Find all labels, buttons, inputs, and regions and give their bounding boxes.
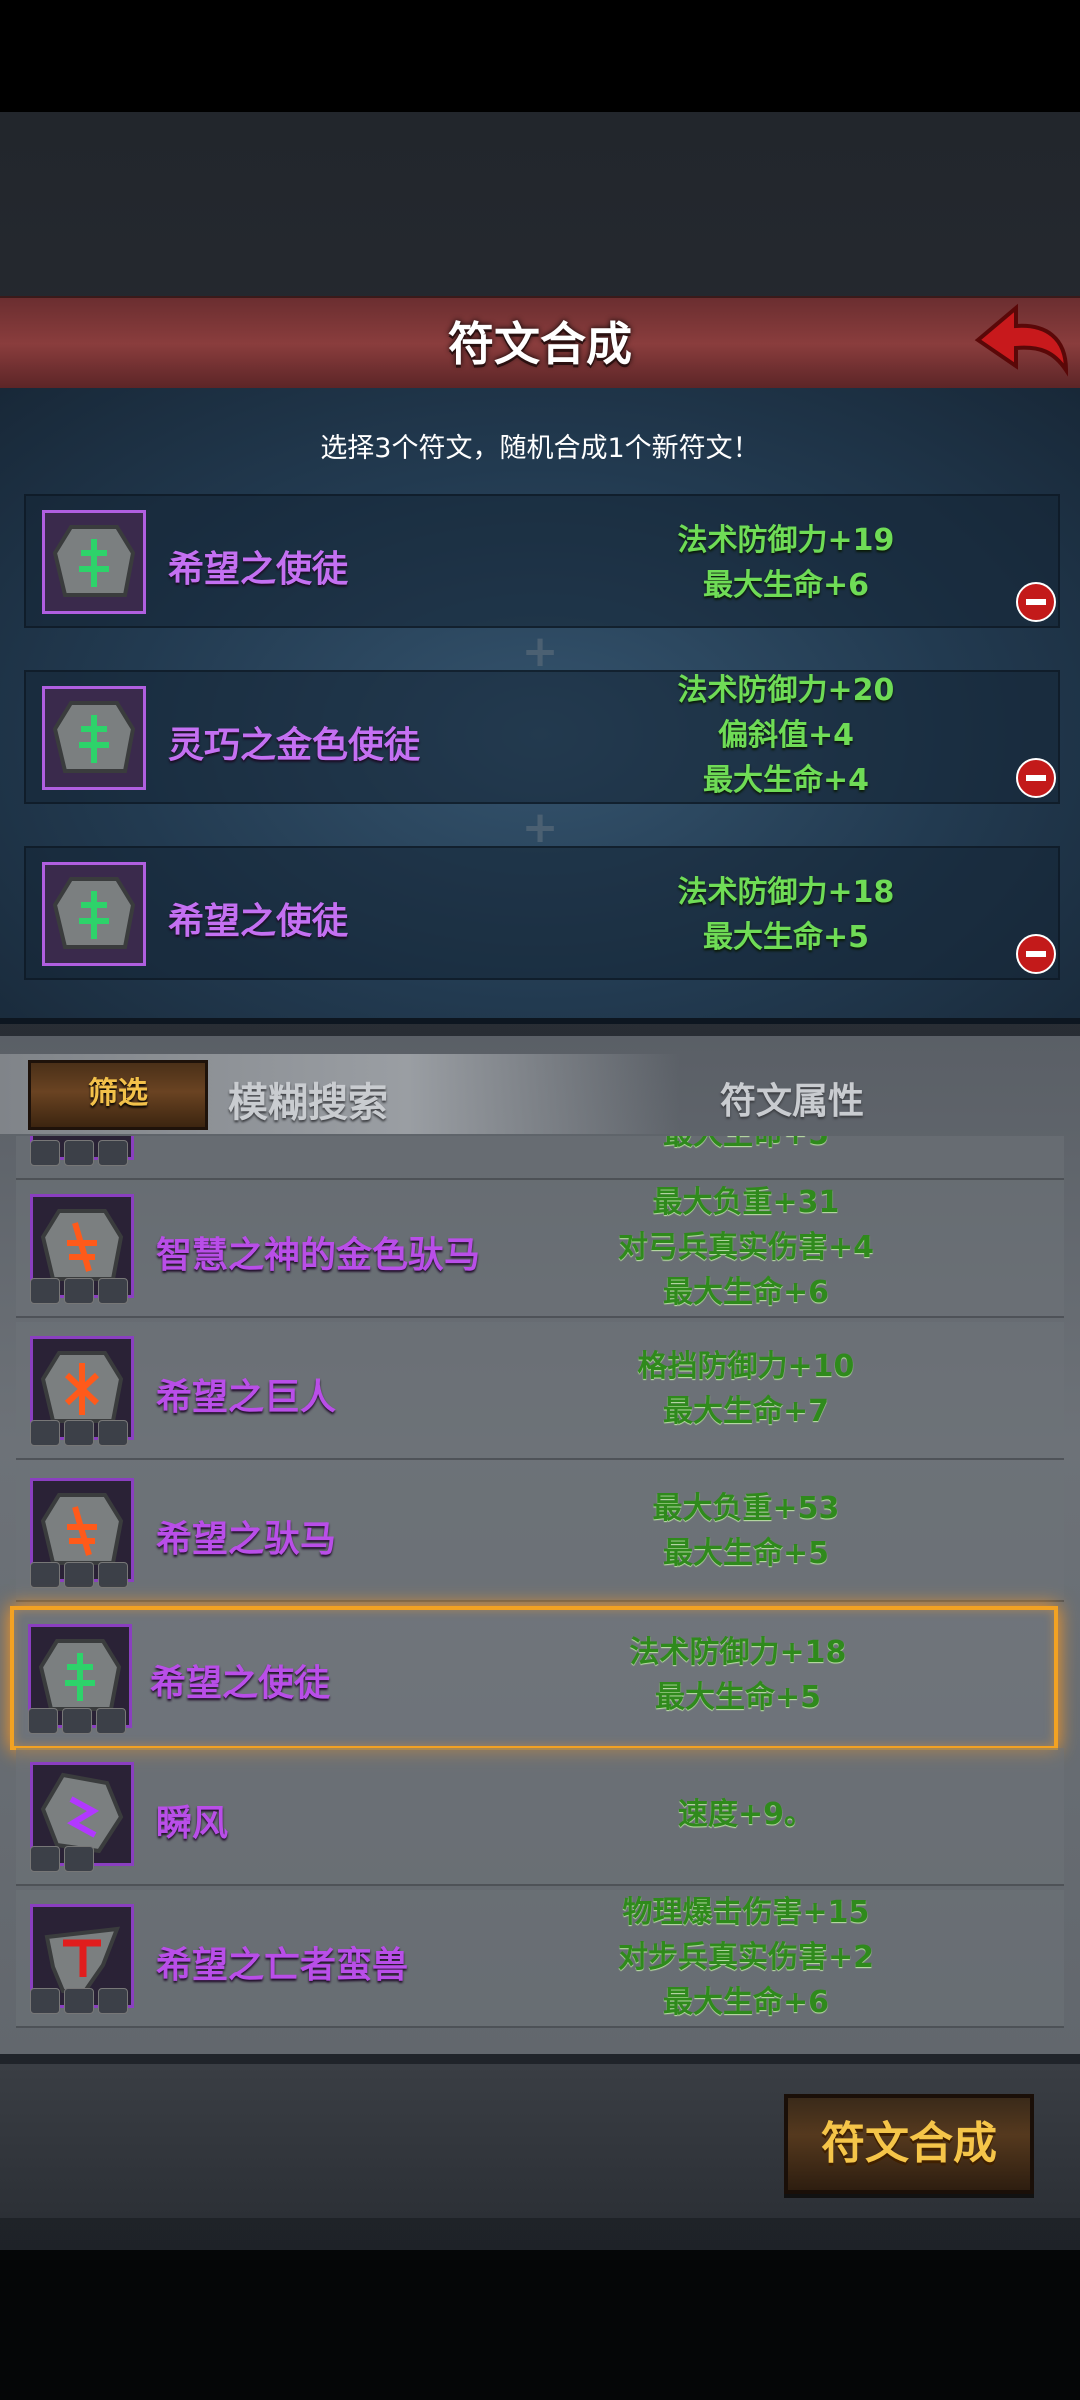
rune-stats: 最大负重+31 对弓兵真实伤害+4 最大生命+6 — [576, 1180, 916, 1315]
rune-stats: 最大生命+5 — [576, 1136, 916, 1157]
stat-line: 速度+9。 — [677, 1797, 814, 1832]
title-bar: 符文合成 — [0, 296, 1080, 393]
stat-line: 对弓兵真实伤害+4 — [617, 1230, 874, 1265]
slot-rune-name: 希望之使徒 — [168, 901, 349, 942]
stat-line: 对步兵真实伤害+2 — [617, 1940, 874, 1975]
rune-stats: 格挡防御力+10 最大生命+7 — [576, 1344, 916, 1434]
rune-stats: 速度+9。 — [576, 1792, 916, 1837]
rune-list-panel: 筛选 模糊搜索 符文属性 最大生命+5 智慧之神的金色驮马 最大负重+31 对弓… — [0, 1036, 1080, 2054]
rune-badges — [30, 1420, 140, 1448]
stat-line: 法术防御力+18 — [677, 875, 895, 910]
stat-line: 最大生命+5 — [702, 920, 869, 955]
stat-line: 最大生命+6 — [702, 568, 869, 603]
stat-line: 最大生命+5 — [654, 1680, 821, 1715]
remove-rune-button[interactable] — [1016, 934, 1056, 974]
rune-badges — [30, 1278, 140, 1306]
slot-rune-stats: 法术防御力+18 最大生命+5 — [656, 870, 916, 960]
list-item[interactable]: 希望之亡者蛮兽 物理爆击伤害+15 对步兵真实伤害+2 最大生命+6 — [16, 1890, 1064, 2028]
back-arrow-icon[interactable] — [968, 300, 1072, 382]
stat-line: 最大负重+53 — [652, 1491, 840, 1526]
stat-line: 物理爆击伤害+15 — [622, 1895, 870, 1930]
stat-line: 最大生命+4 — [702, 763, 869, 798]
slot-rune-stats: 法术防御力+20 偏斜值+4 最大生命+4 — [656, 668, 916, 803]
slot-rune-stats: 法术防御力+19 最大生命+6 — [656, 518, 916, 608]
stat-line: 最大生命+6 — [662, 1275, 829, 1310]
page-title: 符文合成 — [448, 317, 632, 371]
rune-name: 希望之使徒 — [150, 1663, 331, 1704]
list-item[interactable]: 希望之巨人 格挡防御力+10 最大生命+7 — [16, 1322, 1064, 1460]
stat-line: 法术防御力+20 — [677, 673, 895, 708]
stat-line: 法术防御力+18 — [629, 1635, 847, 1670]
rune-name: 希望之驮马 — [156, 1519, 337, 1560]
filter-button[interactable]: 筛选 — [28, 1060, 208, 1130]
stat-line: 格挡防御力+10 — [637, 1349, 855, 1384]
list-item[interactable]: 最大生命+5 — [16, 1136, 1064, 1180]
rune-attributes-header: 符文属性 — [720, 1081, 865, 1122]
plus-icon: + — [521, 626, 559, 677]
synthesis-panel: 选择3个符文，随机合成1个新符文！ 希望之使徒 法术防御力+19 最大生命+6 … — [0, 388, 1080, 1024]
rune-name: 希望之亡者蛮兽 — [156, 1945, 409, 1986]
stat-line: 法术防御力+19 — [677, 523, 895, 558]
slot-rune-name: 灵巧之金色使徒 — [168, 725, 421, 766]
rune-name: 瞬风 — [156, 1803, 229, 1844]
rune-badges — [30, 1562, 140, 1590]
green-rune-icon — [42, 862, 146, 966]
slot-rune-name: 希望之使徒 — [168, 549, 349, 590]
stat-line: 最大生命+6 — [662, 1985, 829, 2020]
plus-icon: + — [521, 802, 559, 853]
list-item[interactable]: 智慧之神的金色驮马 最大负重+31 对弓兵真实伤害+4 最大生命+6 — [16, 1180, 1064, 1318]
list-item[interactable]: 希望之驮马 最大负重+53 最大生命+5 — [16, 1464, 1064, 1602]
stat-line: 最大生命+5 — [576, 1136, 916, 1157]
status-bar-area — [0, 0, 1080, 112]
synthesis-hint: 选择3个符文，随机合成1个新符文！ — [320, 433, 760, 464]
selected-rune-slot-2[interactable]: 灵巧之金色使徒 法术防御力+20 偏斜值+4 最大生命+4 — [24, 670, 1060, 804]
rune-badges — [28, 1708, 138, 1736]
stat-line: 偏斜值+4 — [717, 718, 854, 753]
rune-stats: 法术防御力+18 最大生命+5 — [568, 1630, 908, 1720]
green-rune-icon — [42, 510, 146, 614]
rune-badges — [30, 1988, 140, 2016]
rune-stats: 物理爆击伤害+15 对步兵真实伤害+2 最大生命+6 — [576, 1890, 916, 2025]
list-item[interactable]: 瞬风 速度+9。 — [16, 1748, 1064, 1886]
remove-rune-button[interactable] — [1016, 582, 1056, 622]
rune-badges — [30, 1140, 140, 1168]
rune-list[interactable]: 最大生命+5 智慧之神的金色驮马 最大负重+31 对弓兵真实伤害+4 最大生命+… — [0, 1136, 1080, 2096]
stat-line: 最大负重+31 — [652, 1185, 840, 1220]
remove-rune-button[interactable] — [1016, 758, 1056, 798]
rune-name: 智慧之神的金色驮马 — [156, 1235, 481, 1276]
selected-rune-slot-3[interactable]: 希望之使徒 法术防御力+18 最大生命+5 — [24, 846, 1060, 980]
fuzzy-search-input[interactable]: 模糊搜索 — [228, 1070, 388, 1128]
rune-name: 希望之巨人 — [156, 1377, 337, 1418]
selected-rune-slot-1[interactable]: 希望之使徒 法术防御力+19 最大生命+6 — [24, 494, 1060, 628]
synthesize-button[interactable]: 符文合成 — [784, 2094, 1034, 2194]
rune-stats: 最大负重+53 最大生命+5 — [576, 1486, 916, 1576]
navigation-bar-area — [0, 2250, 1080, 2400]
stat-line: 最大生命+5 — [662, 1536, 829, 1571]
stat-line: 最大生命+7 — [662, 1394, 829, 1429]
list-item-selected[interactable]: 希望之使徒 法术防御力+18 最大生命+5 — [10, 1606, 1058, 1750]
rune-badges — [30, 1846, 140, 1874]
green-rune-icon — [42, 686, 146, 790]
